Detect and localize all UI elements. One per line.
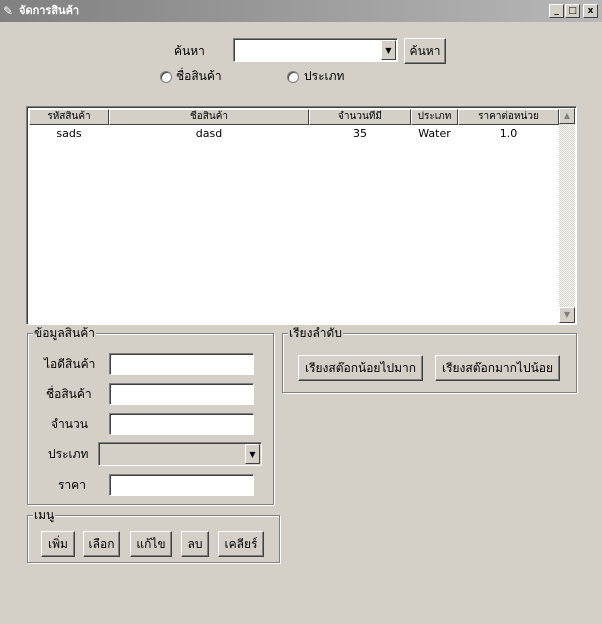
clear-button[interactable]: เคลียร์: [218, 531, 264, 557]
scroll-down-icon[interactable]: ▼: [559, 307, 575, 323]
product-name-input[interactable]: [109, 383, 254, 405]
chevron-down-icon[interactable]: ▼: [381, 40, 396, 60]
scroll-up-icon[interactable]: ▲: [559, 108, 575, 124]
column-header-product-id[interactable]: รหัสสินค้า: [29, 109, 109, 125]
product-id-label: ไอดีสินค้า: [44, 357, 96, 371]
radio-search-by-type-label: ประเภท: [304, 69, 345, 83]
product-id-input[interactable]: [109, 353, 254, 375]
sort-legend: เรียงลำดับ: [288, 326, 343, 340]
radio-search-by-type[interactable]: [287, 71, 299, 83]
quantity-label: จำนวน: [51, 417, 88, 431]
minimize-button[interactable]: _: [549, 4, 564, 18]
title-bar: ✎ จัดการสินค้า _ □ x: [0, 0, 602, 22]
product-table[interactable]: รหัสสินค้า ชื่อสินค้า จำนวนที่มี ประเภท …: [26, 106, 577, 325]
price-label: ราคา: [58, 478, 86, 492]
column-header-quantity[interactable]: จำนวนที่มี: [309, 109, 411, 125]
type-label: ประเภท: [48, 447, 89, 461]
column-header-type[interactable]: ประเภท: [411, 109, 458, 125]
search-button[interactable]: ค้นหา: [404, 38, 446, 64]
table-header: รหัสสินค้า ชื่อสินค้า จำนวนที่มี ประเภท …: [29, 109, 559, 125]
radio-search-by-name-label: ชื่อสินค้า: [176, 69, 222, 83]
add-button[interactable]: เพิ่ม: [41, 531, 75, 557]
feather-icon: ✎: [3, 4, 14, 18]
scroll-track[interactable]: [559, 124, 575, 307]
cell-product-id: sads: [56, 127, 82, 140]
cell-unit-price: 1.0: [499, 127, 518, 140]
close-button[interactable]: x: [583, 4, 598, 18]
sort-asc-button[interactable]: เรียงสต๊อกน้อยไปมาก: [298, 355, 423, 381]
maximize-button[interactable]: □: [565, 4, 580, 18]
radio-search-by-name[interactable]: [160, 71, 172, 83]
window-title: จัดการสินค้า: [19, 4, 80, 17]
product-info-legend: ข้อมูลสินค้า: [33, 326, 96, 340]
type-combobox[interactable]: ▼: [98, 442, 262, 466]
chevron-down-icon[interactable]: ▼: [245, 444, 260, 464]
search-label: ค้นหา: [174, 44, 205, 58]
delete-button[interactable]: ลบ: [181, 531, 209, 557]
table-vertical-scrollbar[interactable]: ▲ ▼: [559, 108, 575, 323]
quantity-input[interactable]: [109, 413, 254, 435]
cell-quantity: 35: [353, 127, 367, 140]
cell-product-name: dasd: [195, 127, 223, 140]
price-input[interactable]: [109, 474, 254, 496]
search-combobox[interactable]: ▼: [233, 38, 398, 62]
column-header-product-name[interactable]: ชื่อสินค้า: [109, 109, 309, 125]
column-header-unit-price[interactable]: ราคาต่อหน่วย: [458, 109, 559, 125]
table-row[interactable]: sads dasd 35 Water 1.0: [29, 126, 559, 142]
cell-type: Water: [418, 127, 451, 140]
menu-legend: เมนู: [33, 508, 56, 522]
select-button[interactable]: เลือก: [83, 531, 120, 557]
edit-button[interactable]: แก้ไข: [130, 531, 172, 557]
product-name-label: ชื่อสินค้า: [46, 387, 92, 401]
sort-desc-button[interactable]: เรียงสต๊อกมากไปน้อย: [435, 355, 560, 381]
